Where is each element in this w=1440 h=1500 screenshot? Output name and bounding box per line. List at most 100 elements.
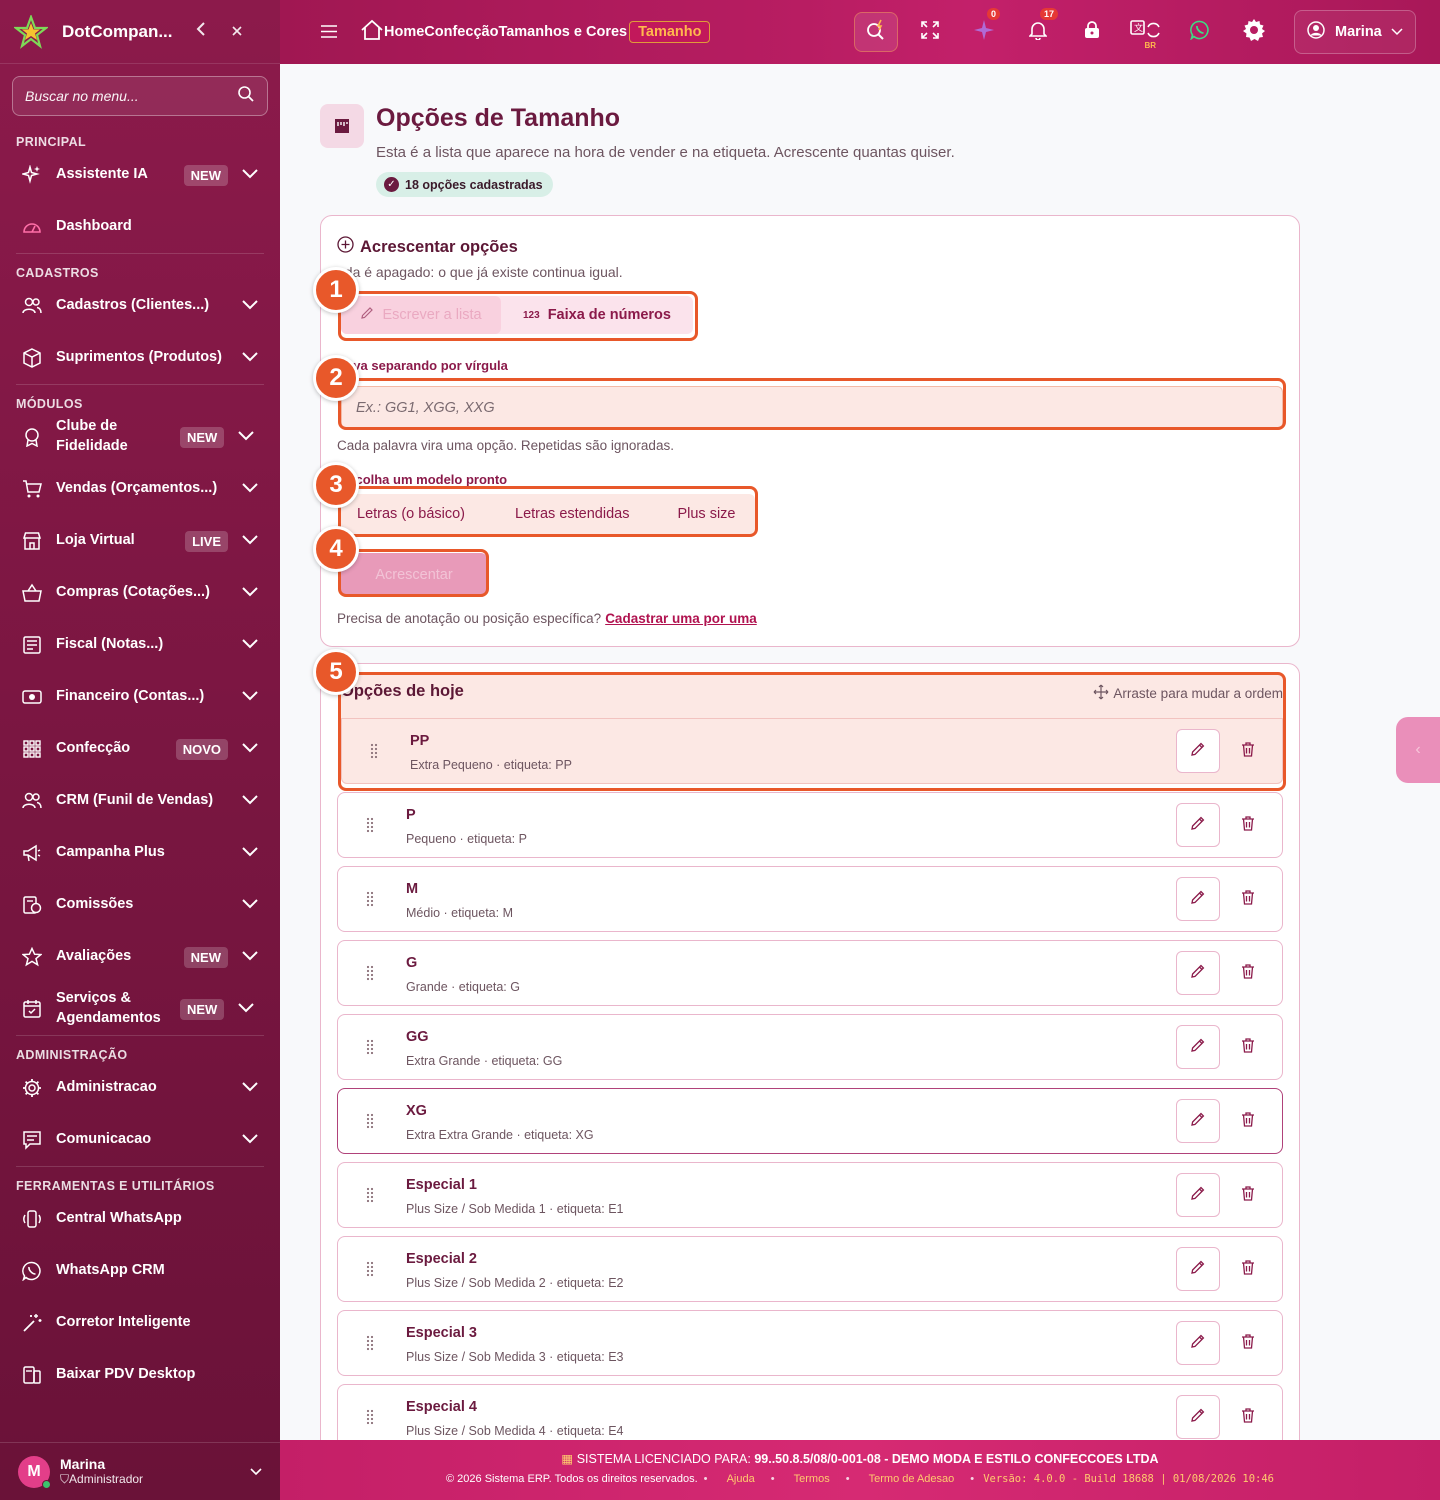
drag-handle-icon[interactable]: [366, 891, 374, 907]
settings-button[interactable]: [1232, 12, 1276, 52]
fullscreen-button[interactable]: [908, 12, 952, 52]
list-input[interactable]: [356, 400, 1256, 416]
drag-handle-icon[interactable]: [366, 1261, 374, 1277]
option-row[interactable]: PP Extra Pequeno · etiqueta: PP: [341, 718, 1283, 784]
delete-option-button[interactable]: [1226, 1321, 1270, 1365]
sidebar-item-vendas[interactable]: Vendas (Orçamentos...): [0, 463, 280, 515]
edit-option-button[interactable]: [1176, 877, 1220, 921]
delete-option-button[interactable]: [1226, 1099, 1270, 1143]
global-search-button[interactable]: [854, 12, 898, 52]
add-options-button[interactable]: Acrescentar: [341, 553, 487, 597]
option-row[interactable]: Especial 2 Plus Size / Sob Medida 2 · eti…: [337, 1236, 1283, 1302]
tour-step-5[interactable]: 5: [313, 649, 359, 695]
edit-option-button[interactable]: [1176, 1099, 1220, 1143]
hamburger-menu-button[interactable]: [316, 22, 342, 43]
option-row[interactable]: M Médio · etiqueta: M: [337, 866, 1283, 932]
delete-option-button[interactable]: [1226, 1247, 1270, 1291]
lock-button[interactable]: [1070, 12, 1114, 52]
sidebar-item-comissoes[interactable]: Comissões: [0, 879, 280, 931]
sidebar-item-whatsapp-crm[interactable]: WhatsApp CRM: [0, 1245, 280, 1297]
collapse-sidebar-button[interactable]: [189, 22, 213, 41]
delete-option-button[interactable]: [1226, 1173, 1270, 1217]
drag-handle-icon[interactable]: [366, 1335, 374, 1351]
sidebar-item-avaliacoes[interactable]: Avaliações NEW: [0, 931, 280, 983]
sidebar-item-clube[interactable]: Clube de Fidelidade NEW: [0, 411, 280, 463]
sidebar-item-fiscal[interactable]: Fiscal (Notas...): [0, 619, 280, 671]
footer-link-termo-adesao[interactable]: Termo de Adesao: [869, 1473, 955, 1485]
option-row[interactable]: G Grande · etiqueta: G: [337, 940, 1283, 1006]
sidebar-item-cadastros[interactable]: Cadastros (Clientes...): [0, 280, 280, 332]
option-row[interactable]: XG Extra Extra Grande · etiqueta: XG: [337, 1088, 1283, 1154]
edit-option-button[interactable]: [1176, 729, 1220, 773]
sidebar-item-assistente-ia[interactable]: Assistente IA NEW: [0, 149, 280, 201]
option-row[interactable]: Especial 1 Plus Size / Sob Medida 1 · eti…: [337, 1162, 1283, 1228]
sidebar-item-confeccao[interactable]: Confecção NOVO: [0, 723, 280, 775]
document-icon: [20, 633, 44, 657]
translate-button[interactable]: 文 BR: [1124, 12, 1168, 52]
tour-step-3[interactable]: 3: [313, 462, 359, 508]
drag-handle-icon[interactable]: [366, 1113, 374, 1129]
option-row[interactable]: GG Extra Grande · etiqueta: GG: [337, 1014, 1283, 1080]
edit-option-button[interactable]: [1176, 1395, 1220, 1439]
footer-link-termos[interactable]: Termos: [794, 1473, 830, 1485]
list-input-label: reva separando por vírgula: [341, 358, 508, 373]
model-letras-estendidas[interactable]: Letras estendidas: [499, 506, 661, 522]
model-plus-size[interactable]: Plus size: [661, 506, 751, 522]
edit-option-button[interactable]: [1176, 1025, 1220, 1069]
sidebar-item-comunicacao[interactable]: Comunicacao: [0, 1114, 280, 1166]
expand-icon: [921, 20, 939, 44]
model-letras-basico[interactable]: Letras (o básico): [341, 506, 499, 522]
drag-handle-icon[interactable]: [366, 817, 374, 833]
footer-link-ajuda[interactable]: Ajuda: [727, 1473, 755, 1485]
breadcrumb-confeccao[interactable]: Confecção: [424, 24, 498, 40]
sidebar-item-compras[interactable]: Compras (Cotações...): [0, 567, 280, 619]
sidebar-item-administracao[interactable]: Administracao: [0, 1062, 280, 1114]
notifications-button[interactable]: 17: [1016, 8, 1060, 52]
option-row[interactable]: Especial 3 Plus Size / Sob Medida 3 · eti…: [337, 1310, 1283, 1376]
sidebar-item-suprimentos[interactable]: Suprimentos (Produtos): [0, 332, 280, 384]
drag-handle-icon[interactable]: [370, 743, 378, 759]
delete-option-button[interactable]: [1226, 803, 1270, 847]
tour-step-4[interactable]: 4: [313, 526, 359, 572]
search-icon[interactable]: [237, 85, 255, 108]
option-row[interactable]: P Pequeno · etiqueta: P: [337, 792, 1283, 858]
edit-option-button[interactable]: [1176, 803, 1220, 847]
edit-option-button[interactable]: [1176, 951, 1220, 995]
sidebar-item-servicos[interactable]: Serviços & Agendamentos NEW: [0, 983, 280, 1035]
delete-option-button[interactable]: [1226, 951, 1270, 995]
user-menu-button[interactable]: Marina: [1294, 10, 1416, 54]
sidebar-item-corretor[interactable]: Corretor Inteligente: [0, 1297, 280, 1349]
breadcrumb-home[interactable]: Home: [360, 19, 424, 45]
tab-write-list[interactable]: Escrever a lista: [341, 296, 501, 334]
edit-option-button[interactable]: [1176, 1247, 1220, 1291]
option-row[interactable]: Especial 4 Plus Size / Sob Medida 4 · eti…: [337, 1384, 1283, 1440]
tour-step-1[interactable]: 1: [313, 267, 359, 313]
sidebar-user[interactable]: M Marina ⛉Administrador: [0, 1442, 280, 1500]
drag-handle-icon[interactable]: [366, 965, 374, 981]
side-panel-toggle[interactable]: ‹: [1396, 717, 1440, 783]
delete-option-button[interactable]: [1226, 1395, 1270, 1439]
sidebar-item-financeiro[interactable]: Financeiro (Contas...): [0, 671, 280, 723]
ai-button[interactable]: 0: [962, 8, 1006, 52]
whatsapp-button[interactable]: [1178, 12, 1222, 52]
drag-handle-icon[interactable]: [366, 1409, 374, 1425]
sidebar-item-dashboard[interactable]: Dashboard: [0, 201, 280, 253]
drag-handle-icon[interactable]: [366, 1039, 374, 1055]
sidebar-item-crm[interactable]: CRM (Funil de Vendas): [0, 775, 280, 827]
delete-option-button[interactable]: [1226, 1025, 1270, 1069]
edit-option-button[interactable]: [1176, 1173, 1220, 1217]
sidebar-item-pdv[interactable]: Baixar PDV Desktop: [0, 1349, 280, 1401]
sidebar-item-loja[interactable]: Loja Virtual LIVE: [0, 515, 280, 567]
sidebar-item-central-whatsapp[interactable]: Central WhatsApp: [0, 1193, 280, 1245]
tab-number-range[interactable]: 123 Faixa de números: [501, 296, 693, 334]
drag-handle-icon[interactable]: [366, 1187, 374, 1203]
register-one-by-one-link[interactable]: Cadastrar uma por uma: [605, 611, 757, 626]
delete-option-button[interactable]: [1226, 877, 1270, 921]
edit-option-button[interactable]: [1176, 1321, 1220, 1365]
delete-option-button[interactable]: [1226, 729, 1270, 773]
close-sidebar-button[interactable]: [225, 23, 249, 41]
tour-step-2[interactable]: 2: [313, 355, 359, 401]
sidebar-item-campanha[interactable]: Campanha Plus: [0, 827, 280, 879]
breadcrumb-tamanhos-cores[interactable]: Tamanhos e Cores: [498, 24, 627, 40]
sidebar-search-input[interactable]: [25, 88, 215, 104]
